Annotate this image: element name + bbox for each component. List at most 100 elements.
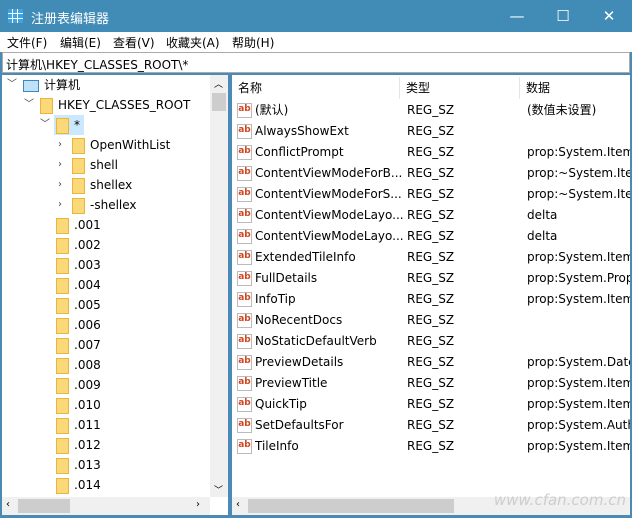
value-name: NoStaticDefaultVerb [255, 334, 377, 348]
value-row[interactable]: ab ExtendedTileInfo REG_SZ prop:System.Item [232, 247, 630, 268]
tree-item-star[interactable]: ﹀ * [40, 115, 84, 135]
tree-item[interactable]: › OpenWithList [58, 135, 170, 155]
string-value-icon: ab [237, 166, 252, 181]
value-row[interactable]: ab (默认) REG_SZ (数值未设置) [232, 100, 630, 121]
tree-item-hkcr[interactable]: ﹀ HKEY_CLASSES_ROOT [24, 95, 190, 115]
folder-icon [56, 477, 69, 494]
value-type: REG_SZ [407, 334, 455, 348]
tree-label: .014 [74, 478, 101, 492]
value-name: PreviewDetails [255, 355, 344, 369]
value-row[interactable]: ab ContentViewModeForS... REG_SZ prop:~Syst… [232, 184, 630, 205]
tree-label: OpenWithList [90, 138, 171, 152]
value-data: prop:System.Auth [527, 418, 630, 432]
column-header-data[interactable]: 数据 [520, 77, 630, 99]
tree-label: .002 [74, 238, 101, 252]
tree-item[interactable]: .002 [56, 235, 101, 255]
value-row[interactable]: ab InfoTip REG_SZ prop:System.Item [232, 289, 630, 310]
value-row[interactable]: ab ContentViewModeForB... REG_SZ prop:~Syst… [232, 163, 630, 184]
tree-item[interactable]: .013 [56, 455, 101, 475]
value-type: REG_SZ [407, 397, 455, 411]
value-row[interactable]: ab ContentViewModeLayo... REG_SZ delta [232, 226, 630, 247]
folder-icon [56, 217, 69, 234]
value-data: prop:System.Item [527, 145, 630, 159]
tree-item[interactable]: .014 [56, 475, 101, 495]
column-header-type[interactable]: 类型 [400, 77, 520, 99]
value-row[interactable]: ab ContentViewModeLayo... REG_SZ delta [232, 205, 630, 226]
value-name: ContentViewModeLayo... [255, 229, 404, 243]
string-value-icon: ab [237, 103, 252, 118]
tree-item[interactable]: .010 [56, 395, 101, 415]
value-row[interactable]: ab SetDefaultsFor REG_SZ prop:System.Auth [232, 415, 630, 436]
value-data: delta [527, 208, 558, 222]
value-name: (默认) [255, 103, 289, 117]
tree-item[interactable]: .009 [56, 375, 101, 395]
tree-item[interactable]: .011 [56, 415, 101, 435]
value-name: ContentViewModeLayo... [255, 208, 404, 222]
tree-item-computer[interactable]: ﹀ 计算机 [7, 75, 80, 95]
folder-icon [56, 237, 69, 254]
regedit-icon [8, 9, 23, 23]
value-name: ConflictPrompt [255, 145, 344, 159]
tree-item[interactable]: .007 [56, 335, 101, 355]
tree-label: .004 [74, 278, 101, 292]
value-name: AlwaysShowExt [255, 124, 349, 138]
string-value-icon: ab [237, 439, 252, 454]
tree-item[interactable]: .006 [56, 315, 101, 335]
tree-label: 计算机 [44, 78, 81, 92]
value-row[interactable]: ab NoStaticDefaultVerb REG_SZ [232, 331, 630, 352]
tree-item[interactable]: .012 [56, 435, 101, 455]
tree-item[interactable]: .005 [56, 295, 101, 315]
tree-label: shellex [90, 178, 133, 192]
value-row[interactable]: ab AlwaysShowExt REG_SZ [232, 121, 630, 142]
menu-edit[interactable]: 编辑(E) [60, 34, 101, 51]
folder-icon [56, 317, 69, 334]
tree-item[interactable]: .003 [56, 255, 101, 275]
menu-view[interactable]: 查看(V) [113, 34, 155, 51]
column-header-name[interactable]: 名称 [232, 77, 400, 99]
tree-item[interactable]: .008 [56, 355, 101, 375]
value-row[interactable]: ab TileInfo REG_SZ prop:System.Item [232, 436, 630, 457]
string-value-icon: ab [237, 397, 252, 412]
value-name: NoRecentDocs [255, 313, 343, 327]
menu-help[interactable]: 帮助(H) [232, 34, 274, 51]
tree-item[interactable]: › shell [58, 155, 118, 175]
value-type: REG_SZ [407, 229, 455, 243]
menu-favorites[interactable]: 收藏夹(A) [166, 34, 220, 51]
folder-icon [56, 437, 69, 454]
value-row[interactable]: ab PreviewDetails REG_SZ prop:System.Date [232, 352, 630, 373]
minimize-button[interactable]: — [494, 0, 540, 32]
watermark: www.cfan.com.cn [493, 491, 626, 509]
close-button[interactable]: ✕ [586, 0, 632, 32]
value-row[interactable]: ab NoRecentDocs REG_SZ [232, 310, 630, 331]
tree-item[interactable]: .001 [56, 215, 101, 235]
menu-file[interactable]: 文件(F) [7, 34, 47, 51]
value-row[interactable]: ab QuickTip REG_SZ prop:System.Item [232, 394, 630, 415]
value-data: prop:System.Date [527, 355, 630, 369]
folder-icon [56, 397, 69, 414]
folder-icon [72, 157, 85, 174]
tree-item[interactable]: › -shellex [58, 195, 137, 215]
value-name: ContentViewModeForB... [255, 166, 403, 180]
title-bar: 注册表编辑器 — ☐ ✕ [0, 0, 632, 32]
tree-label: .010 [74, 398, 101, 412]
tree-vertical-scrollbar[interactable]: ︿ ﹀ [210, 75, 228, 497]
values-pane: 名称 类型 数据 ab (默认) REG_SZ (数值未设置) ab AlwaysShow… [232, 75, 630, 515]
value-type: REG_SZ [407, 124, 455, 138]
tree-label: -shellex [90, 198, 137, 212]
value-row[interactable]: ab PreviewTitle REG_SZ prop:System.Item [232, 373, 630, 394]
value-name: QuickTip [255, 397, 307, 411]
tree-item[interactable]: .004 [56, 275, 101, 295]
maximize-button[interactable]: ☐ [540, 0, 586, 32]
value-name: SetDefaultsFor [255, 418, 344, 432]
tree-item[interactable]: › shellex [58, 175, 132, 195]
value-row[interactable]: ab ConflictPrompt REG_SZ prop:System.Item [232, 142, 630, 163]
value-row[interactable]: ab FullDetails REG_SZ prop:System.Prop [232, 268, 630, 289]
address-bar[interactable]: 计算机\HKEY_CLASSES_ROOT\* [2, 52, 630, 73]
folder-icon [56, 417, 69, 434]
tree-horizontal-scrollbar[interactable]: ‹ › [2, 497, 210, 515]
value-data: prop:System.Prop [527, 271, 630, 285]
tree-label: .006 [74, 318, 101, 332]
value-name: InfoTip [255, 292, 296, 306]
value-type: REG_SZ [407, 313, 455, 327]
string-value-icon: ab [237, 145, 252, 160]
